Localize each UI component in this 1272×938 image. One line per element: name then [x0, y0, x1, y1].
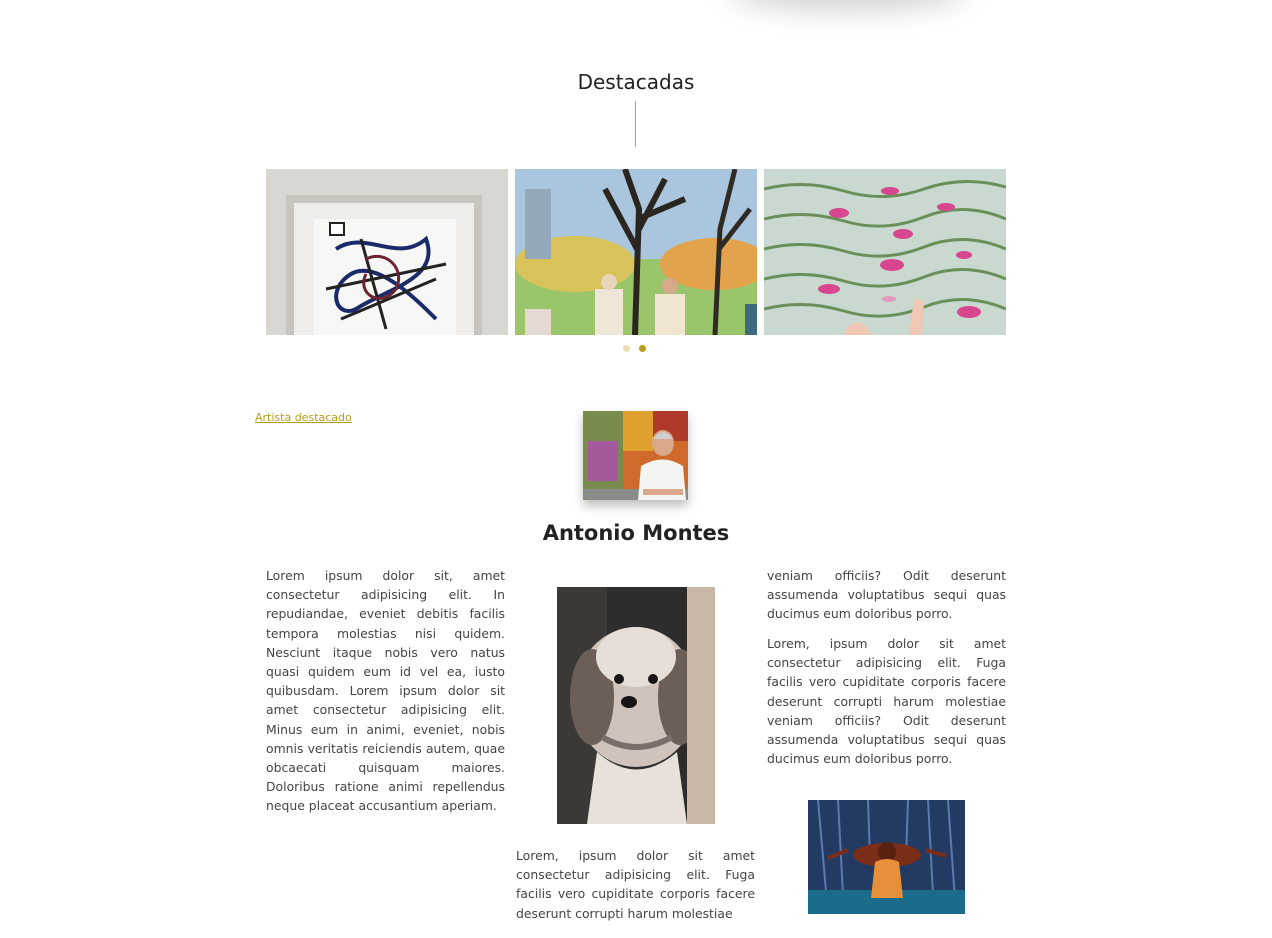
artist-bio-paragraph-2: veniam officiis? Odit deserunt assumenda… — [767, 568, 1006, 622]
carousel-slide-waterlilies[interactable] — [764, 169, 1006, 335]
artist-name: Antonio Montes — [542, 521, 730, 545]
dog-painting — [557, 587, 715, 824]
artist-bio-paragraph-3: Lorem, ipsum dolor sit amet consectetur … — [767, 636, 1006, 767]
waterlily-painting-image — [764, 169, 1006, 335]
carousel-slide-park[interactable] — [515, 169, 757, 335]
artist-portrait-image — [583, 411, 688, 500]
park-painting-image — [515, 169, 757, 335]
featured-carousel[interactable] — [266, 169, 1006, 335]
carousel-dot-2-active[interactable] — [639, 345, 646, 352]
featured-title: Destacadas — [577, 70, 695, 94]
artist-avatar — [583, 411, 688, 500]
title-divider — [635, 101, 636, 147]
artist-bio-paragraph-center: Lorem, ipsum dolor sit amet consectetur … — [516, 848, 755, 921]
woman-in-rain-painting-image — [808, 800, 965, 914]
abstract-painting-image — [266, 169, 508, 335]
woman-in-rain-painting — [808, 800, 965, 914]
artist-bio-paragraph-1: Lorem ipsum dolor sit, amet consectetur … — [266, 568, 505, 814]
carousel-dot-1[interactable] — [623, 345, 630, 352]
carousel-slide-abstract[interactable] — [266, 169, 508, 335]
dog-painting-image — [557, 587, 715, 824]
featured-artist-link[interactable]: Artista destacado — [255, 411, 352, 424]
